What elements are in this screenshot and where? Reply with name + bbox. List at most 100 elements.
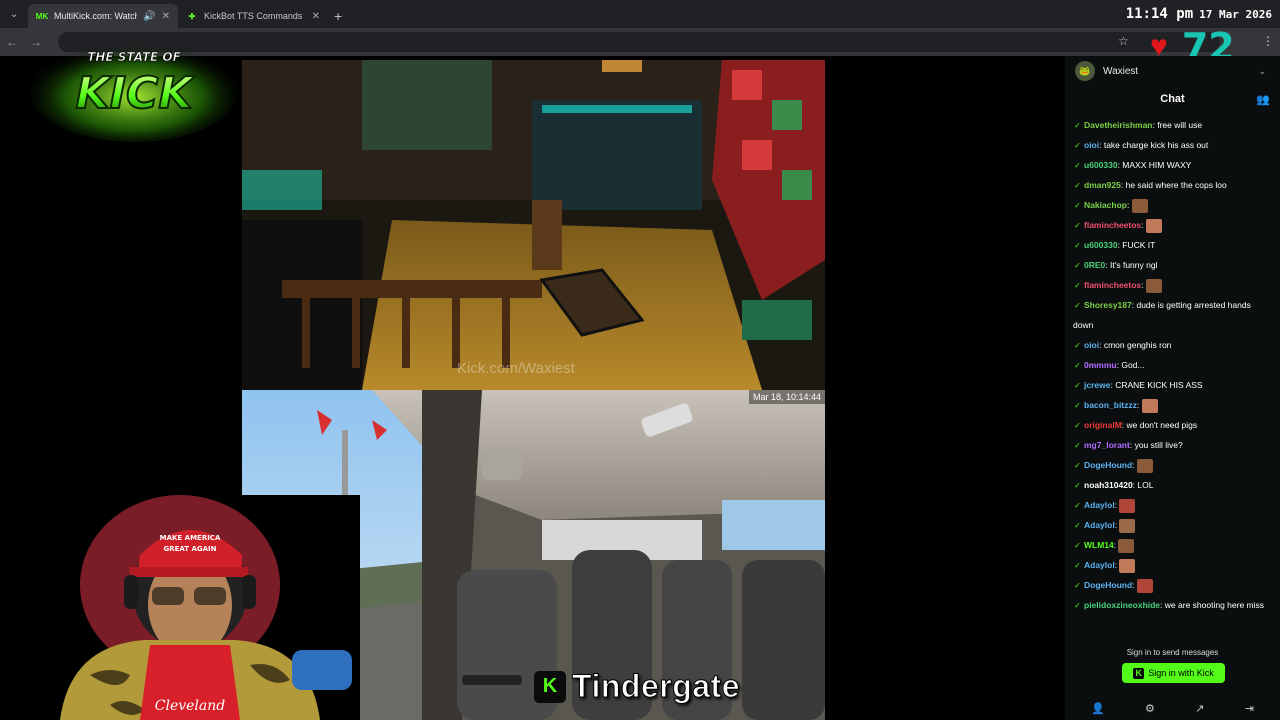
svg-text:Cleveland: Cleveland <box>155 698 226 714</box>
chat-username[interactable]: Adaylol <box>1084 560 1115 570</box>
browser-menu-icon[interactable]: ⋮ <box>1262 34 1274 48</box>
video-watermark: Kick.com/Waxiest <box>457 360 575 377</box>
chat-username[interactable]: Adaylol <box>1084 500 1115 510</box>
chat-username[interactable]: Shoresy187 <box>1084 300 1132 310</box>
chat-username[interactable]: pielidoxzineoxhide <box>1084 600 1160 610</box>
speaker-icon[interactable]: 🔊 <box>143 11 155 22</box>
multikick-favicon-icon: MK <box>35 11 49 21</box>
chat-panel: 🐸 Waxiest ⌄ Chat 👥 ✓ Davetheirishman: fre… <box>1065 56 1280 720</box>
gear-icon[interactable]: ⚙ <box>1145 702 1155 715</box>
badge-icon: ✓ <box>1074 401 1081 411</box>
chat-message: ✓ DogeHound: <box>1073 455 1272 475</box>
kick-logo-icon: K <box>1133 667 1145 679</box>
tab-search-chevron-icon[interactable]: ⌄ <box>0 0 28 28</box>
exit-icon[interactable]: ⇥ <box>1245 702 1254 715</box>
users-icon[interactable]: 👥 <box>1256 93 1270 106</box>
video-timestamp: Mar 18, 10:14:44 <box>748 390 825 404</box>
chat-username[interactable]: oioi <box>1084 340 1099 350</box>
chat-username[interactable]: dman925 <box>1084 180 1121 190</box>
chevron-down-icon[interactable]: ⌄ <box>1258 66 1266 77</box>
chat-username[interactable]: DogeHound <box>1084 580 1132 590</box>
chat-message: ✓ noah310420: LOL <box>1073 475 1272 495</box>
badge-icon: ✓ <box>1074 601 1081 611</box>
badge-icon: ✓ <box>1074 501 1081 511</box>
state-of-kick-logo: THE STATE OF KICK <box>30 42 238 142</box>
badge-icon: ✓ <box>1074 521 1081 531</box>
badge-icon: ✓ <box>1074 441 1081 451</box>
badge-icon: ✓ <box>1074 381 1081 391</box>
chat-tab[interactable]: Chat 👥 <box>1065 86 1280 112</box>
chat-message: ✓ mg7_lorant: you still live? <box>1073 435 1272 455</box>
badge-icon: ✓ <box>1074 481 1081 491</box>
badge-icon: ✓ <box>1074 341 1081 351</box>
chat-text: free will use <box>1157 120 1203 130</box>
channel-avatar: 🐸 <box>1075 61 1095 81</box>
badge-icon: ✓ <box>1074 261 1081 271</box>
chat-username[interactable]: bacon_bitzzz <box>1084 400 1137 410</box>
chat-username[interactable]: noah310420 <box>1084 480 1133 490</box>
emote-icon <box>1119 518 1136 533</box>
chat-username[interactable]: u600330 <box>1084 240 1118 250</box>
emote-icon <box>1119 498 1136 513</box>
tab-multikick[interactable]: MK MultiKick.com: Watch Multi 🔊 ✕ <box>28 4 178 28</box>
chat-text: MAXX HIM WAXY <box>1122 160 1192 170</box>
chat-footer: 👤 ⚙ ↗ ⇥ <box>1065 696 1280 720</box>
chat-message: ✓ Nakiachop: <box>1073 195 1272 215</box>
caption-text: Tindergate <box>572 668 741 705</box>
chat-tab-label: Chat <box>1160 93 1185 105</box>
signin-prompt: Sign in to send messages <box>1126 648 1219 657</box>
chat-username[interactable]: Davetheirishman <box>1084 120 1153 130</box>
svg-text:GREAT AGAIN: GREAT AGAIN <box>163 545 216 553</box>
chat-message: ✓ Adaylol: <box>1073 555 1272 575</box>
back-icon[interactable]: ← <box>0 35 24 49</box>
chat-username[interactable]: 0RE0 <box>1084 260 1105 270</box>
kickbot-favicon-icon: ✚ <box>188 11 196 21</box>
channel-selector[interactable]: 🐸 Waxiest ⌄ <box>1065 56 1280 86</box>
overlay-time: 11:14 pm <box>1125 6 1194 22</box>
chat-username[interactable]: originalM <box>1084 420 1122 430</box>
emote-icon <box>1145 278 1162 293</box>
close-tab-icon[interactable]: ✕ <box>312 11 320 22</box>
chat-text: CRANE KICK HIS ASS <box>1115 380 1203 390</box>
chat-username[interactable]: Nakiachop <box>1084 200 1127 210</box>
chat-message: ✓ u600330: FUCK IT <box>1073 235 1272 255</box>
chat-message: ✓ jcrewe: CRANE KICK HIS ASS <box>1073 375 1272 395</box>
bookmark-star-icon[interactable]: ☆ <box>1118 34 1129 48</box>
chat-username[interactable]: mg7_lorant <box>1084 440 1130 450</box>
badge-icon: ✓ <box>1074 241 1081 251</box>
chat-username[interactable]: DogeHound <box>1084 460 1132 470</box>
chat-message: ✓ bacon_bitzzz: <box>1073 395 1272 415</box>
chat-username[interactable]: Adaylol <box>1084 520 1115 530</box>
chat-message: ✓ dman925: he said where the cops loo <box>1073 175 1272 195</box>
kick-logo-icon: K <box>534 670 566 703</box>
chat-message-list[interactable]: ✓ Davetheirishman: free will use ✓ oioi: ta… <box>1065 112 1280 615</box>
overlay-clock: 11:14 pm 17 Mar 2026 <box>1126 6 1272 22</box>
signin-button[interactable]: K Sign in with Kick <box>1122 663 1225 683</box>
emote-icon <box>1136 578 1153 593</box>
chat-username[interactable]: flamincheetos <box>1084 280 1141 290</box>
new-tab-button[interactable]: + <box>334 8 342 28</box>
emote-icon <box>1141 398 1158 413</box>
chat-message: ✓ oioi: take charge kick his ass out <box>1073 135 1272 155</box>
tab-title: KickBot TTS Commands <box>204 11 303 21</box>
chat-text: we are shooting here miss <box>1164 600 1264 610</box>
chat-username[interactable]: 0mmmu <box>1084 360 1117 370</box>
emote-icon <box>1145 218 1162 233</box>
close-tab-icon[interactable]: ✕ <box>162 11 170 22</box>
tab-title: MultiKick.com: Watch Multi <box>54 11 137 21</box>
chat-message: ✓ 0RE0: It's funny ngl <box>1073 255 1272 275</box>
popout-icon[interactable]: ↗ <box>1195 702 1204 715</box>
badge-icon: ✓ <box>1074 121 1081 131</box>
tab-kickbot[interactable]: ✚ KickBot TTS Commands ✕ <box>178 4 328 28</box>
badge-icon: ✓ <box>1074 301 1081 311</box>
badge-icon: ✓ <box>1074 541 1081 551</box>
chat-username[interactable]: flamincheetos <box>1084 220 1141 230</box>
chat-username[interactable]: u600330 <box>1084 160 1118 170</box>
add-user-icon[interactable]: 👤 <box>1091 702 1105 715</box>
video-player-top[interactable]: Kick.com/Waxiest <box>242 60 825 390</box>
chat-username[interactable]: jcrewe <box>1084 380 1110 390</box>
chat-username[interactable]: WLM14 <box>1084 540 1114 550</box>
streamer-webcam: MAKE AMERICA GREAT AGAIN Cleveland <box>30 495 360 720</box>
chat-message: ✓ 0mmmu: God... <box>1073 355 1272 375</box>
chat-username[interactable]: oioi <box>1084 140 1099 150</box>
